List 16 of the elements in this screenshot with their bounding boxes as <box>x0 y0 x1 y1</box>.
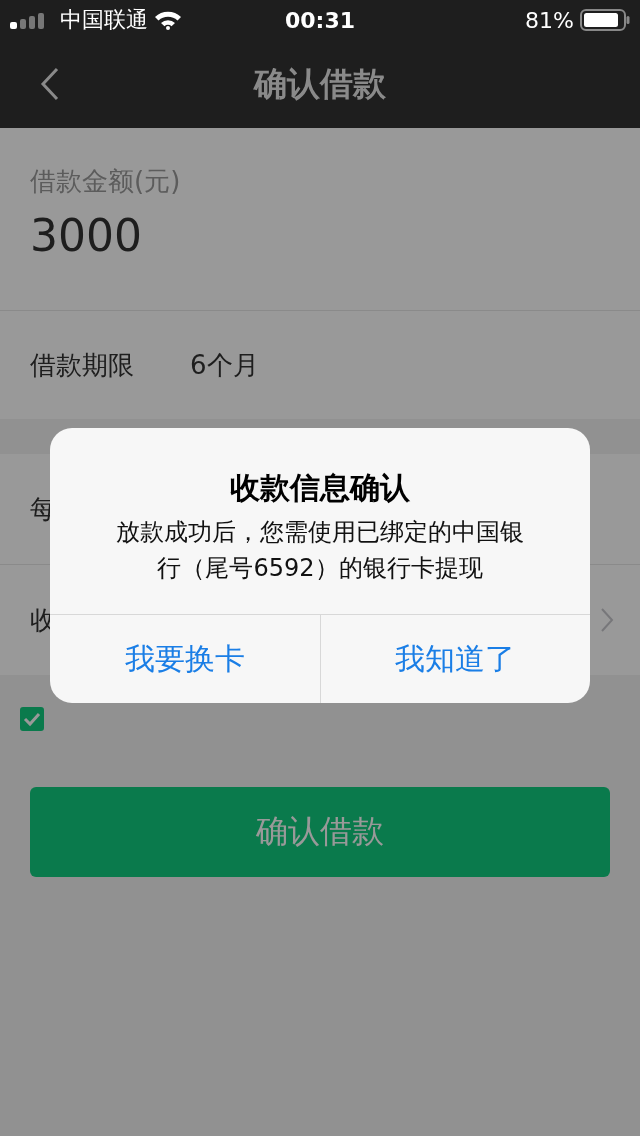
term-value: 6个月 <box>190 348 259 382</box>
dialog-button[interactable]: 我要换卡 <box>50 615 320 703</box>
amount-value: 3000 <box>30 209 143 263</box>
term-label: 借款期限 <box>30 348 134 382</box>
page-title: 确认借款 <box>254 62 386 105</box>
back-icon[interactable] <box>40 67 60 101</box>
amount-label: 借款金额(元) <box>30 165 182 198</box>
dialog-button[interactable]: 我知道了 <box>319 615 590 703</box>
battery-icon <box>580 9 630 31</box>
wifi-icon <box>154 10 182 30</box>
agreement-checkbox[interactable] <box>20 707 44 731</box>
dialog-message: 放款成功后，您需使用已绑定的中国银行（尾号6592）的银行卡提现 <box>115 517 525 584</box>
battery-percent: 81% <box>525 7 574 33</box>
dialog-title: 收款信息确认 <box>230 469 410 507</box>
carrier-name: 中国联通 <box>60 6 148 34</box>
clock-time: 00:31 <box>285 7 355 33</box>
